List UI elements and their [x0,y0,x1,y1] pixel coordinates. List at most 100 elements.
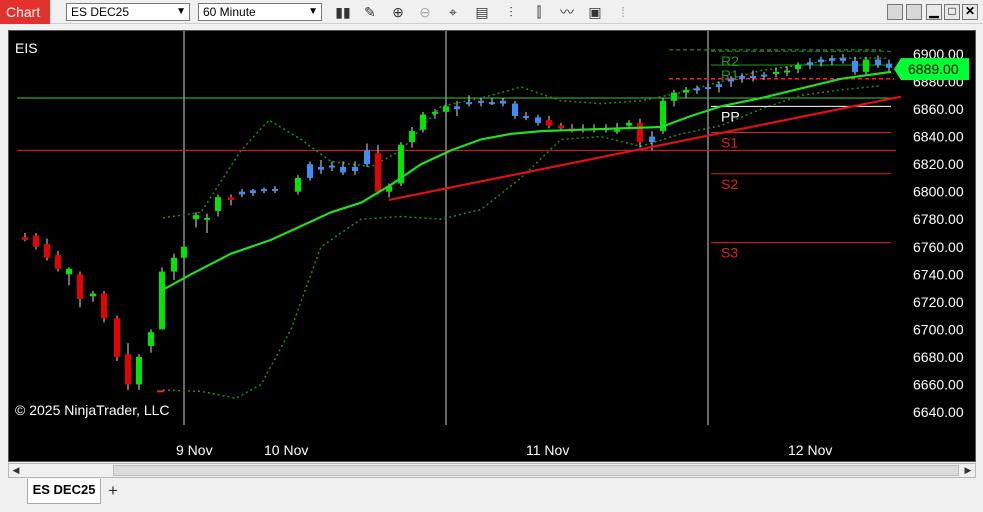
candle-body [683,89,689,93]
drawing-tools-icon[interactable]: 〰 [557,3,577,21]
candle-body [649,136,655,143]
candle-body [500,100,506,104]
crosshair-icon[interactable]: ⌖ [443,3,463,21]
instrument-selector[interactable]: ES DEC25 ▼ [66,3,190,21]
price-tick: 6780.00 [913,211,964,227]
moving-average-line [160,70,892,292]
instrument-value: ES DEC25 [71,5,130,19]
tile-button[interactable] [887,4,903,20]
zoom-out-icon[interactable]: ⊖ [415,3,435,21]
candle-body [840,58,846,61]
restore-button[interactable] [906,4,922,20]
snapshot-icon[interactable]: ▣ [585,3,605,21]
candle-body [671,92,677,101]
candle-body [66,268,72,275]
candle-body [705,87,711,90]
price-tick: 6800.00 [913,184,964,200]
candle-body [807,62,813,66]
candle-body [364,150,370,165]
candle-body [44,244,50,258]
date-tick: 9 Nov [176,442,213,458]
candle-body [239,191,245,195]
draw-pencil-icon[interactable]: ✎ [360,3,380,21]
price-tick: 6720.00 [913,294,964,310]
candle-body [77,274,83,300]
price-tick: 6660.00 [913,376,964,392]
pivot-label-pp: PP [721,108,740,124]
candle-body [148,332,154,346]
scroll-right-icon[interactable]: ▶ [961,464,975,477]
price-tick: 6760.00 [913,239,964,255]
copyright-label: © 2025 NinjaTrader, LLC [15,402,170,418]
candle-body [250,190,256,194]
pivot-label-s2: S2 [721,176,738,192]
candle-body [694,88,700,91]
candle-body [443,106,449,112]
candle-body [329,165,335,168]
candle-body [90,293,96,297]
price-tick: 6820.00 [913,156,964,172]
properties-icon[interactable]: ▤ [472,3,492,21]
add-tab-button[interactable]: + [103,481,123,501]
price-tick: 6700.00 [913,321,964,337]
strategies-icon[interactable]: ⫿ [529,3,549,21]
interval-selector[interactable]: 60 Minute ▼ [198,3,322,21]
candle-body [739,76,745,79]
maximize-button[interactable]: □ [944,4,960,20]
more-icon[interactable]: ⁞ [613,3,633,21]
candle-body [340,166,346,173]
candle-body [875,59,881,66]
candle-body [125,354,131,385]
date-tick: 11 Nov [526,442,569,458]
candle-body [261,188,267,191]
candle-body [307,164,313,178]
candle-body [512,103,518,116]
chart-window: Chart ES DEC25 ▼ 60 Minute ▼ ▮▮ ✎ ⊕ ⊖ ⌖ … [0,0,983,512]
candle-body [614,129,620,132]
candle-body [626,122,632,126]
candle-body [886,63,892,68]
last-price-label: 6889.00 [908,61,959,77]
pivot-label-s3: S3 [721,245,738,261]
candle-body [420,114,426,130]
candle-body [558,125,564,129]
zoom-in-icon[interactable]: ⊕ [388,3,408,21]
price-tick: 6640.00 [913,404,964,420]
candle-body [295,177,301,192]
chevron-down-icon: ▼ [176,6,186,17]
date-tick: 12 Nov [788,442,832,458]
candle-body [637,122,643,143]
candle-body [546,120,552,126]
candle-body [136,356,142,385]
price-tick: 6860.00 [913,101,964,117]
chart-panel[interactable]: R2 R1 PP S1 S2 S3 6900.00 6880.00 6860.00 6840.0… [8,30,976,462]
scroll-left-icon[interactable]: ◀ [9,464,23,477]
indicators-icon[interactable]: ⫶ [501,3,521,21]
candle-body [466,102,472,105]
candle-body [318,166,324,170]
close-button[interactable]: ✕ [962,4,978,20]
symbol-label: EIS [15,40,38,56]
candle-body [523,115,529,118]
candle-body [716,84,722,88]
upper-band [162,57,889,219]
candle-body [215,197,221,211]
chevron-down-icon: ▼ [308,6,318,17]
price-tick: 6740.00 [913,266,964,282]
candle-body [784,70,790,73]
minimize-button[interactable]: ▁ [926,4,942,20]
candle-body [375,153,381,192]
scrollbar-thumb[interactable] [113,465,959,476]
candle-body [761,74,767,77]
price-chart[interactable]: R2R1PPS1S2S3 6900.006880.006860.006840.0… [9,31,976,462]
horizontal-scrollbar[interactable]: ◀ ▶ [8,463,976,478]
candle-body [773,71,779,74]
candle-body [432,111,438,114]
candle-body [193,215,199,220]
candle-body [863,59,869,72]
bar-type-icon[interactable]: ▮▮ [333,3,353,21]
chart-menu-button[interactable]: Chart [0,0,50,24]
price-tick: 6680.00 [913,349,964,365]
tab-es-dec25[interactable]: ES DEC25 [27,479,101,504]
trend-line [388,95,902,202]
